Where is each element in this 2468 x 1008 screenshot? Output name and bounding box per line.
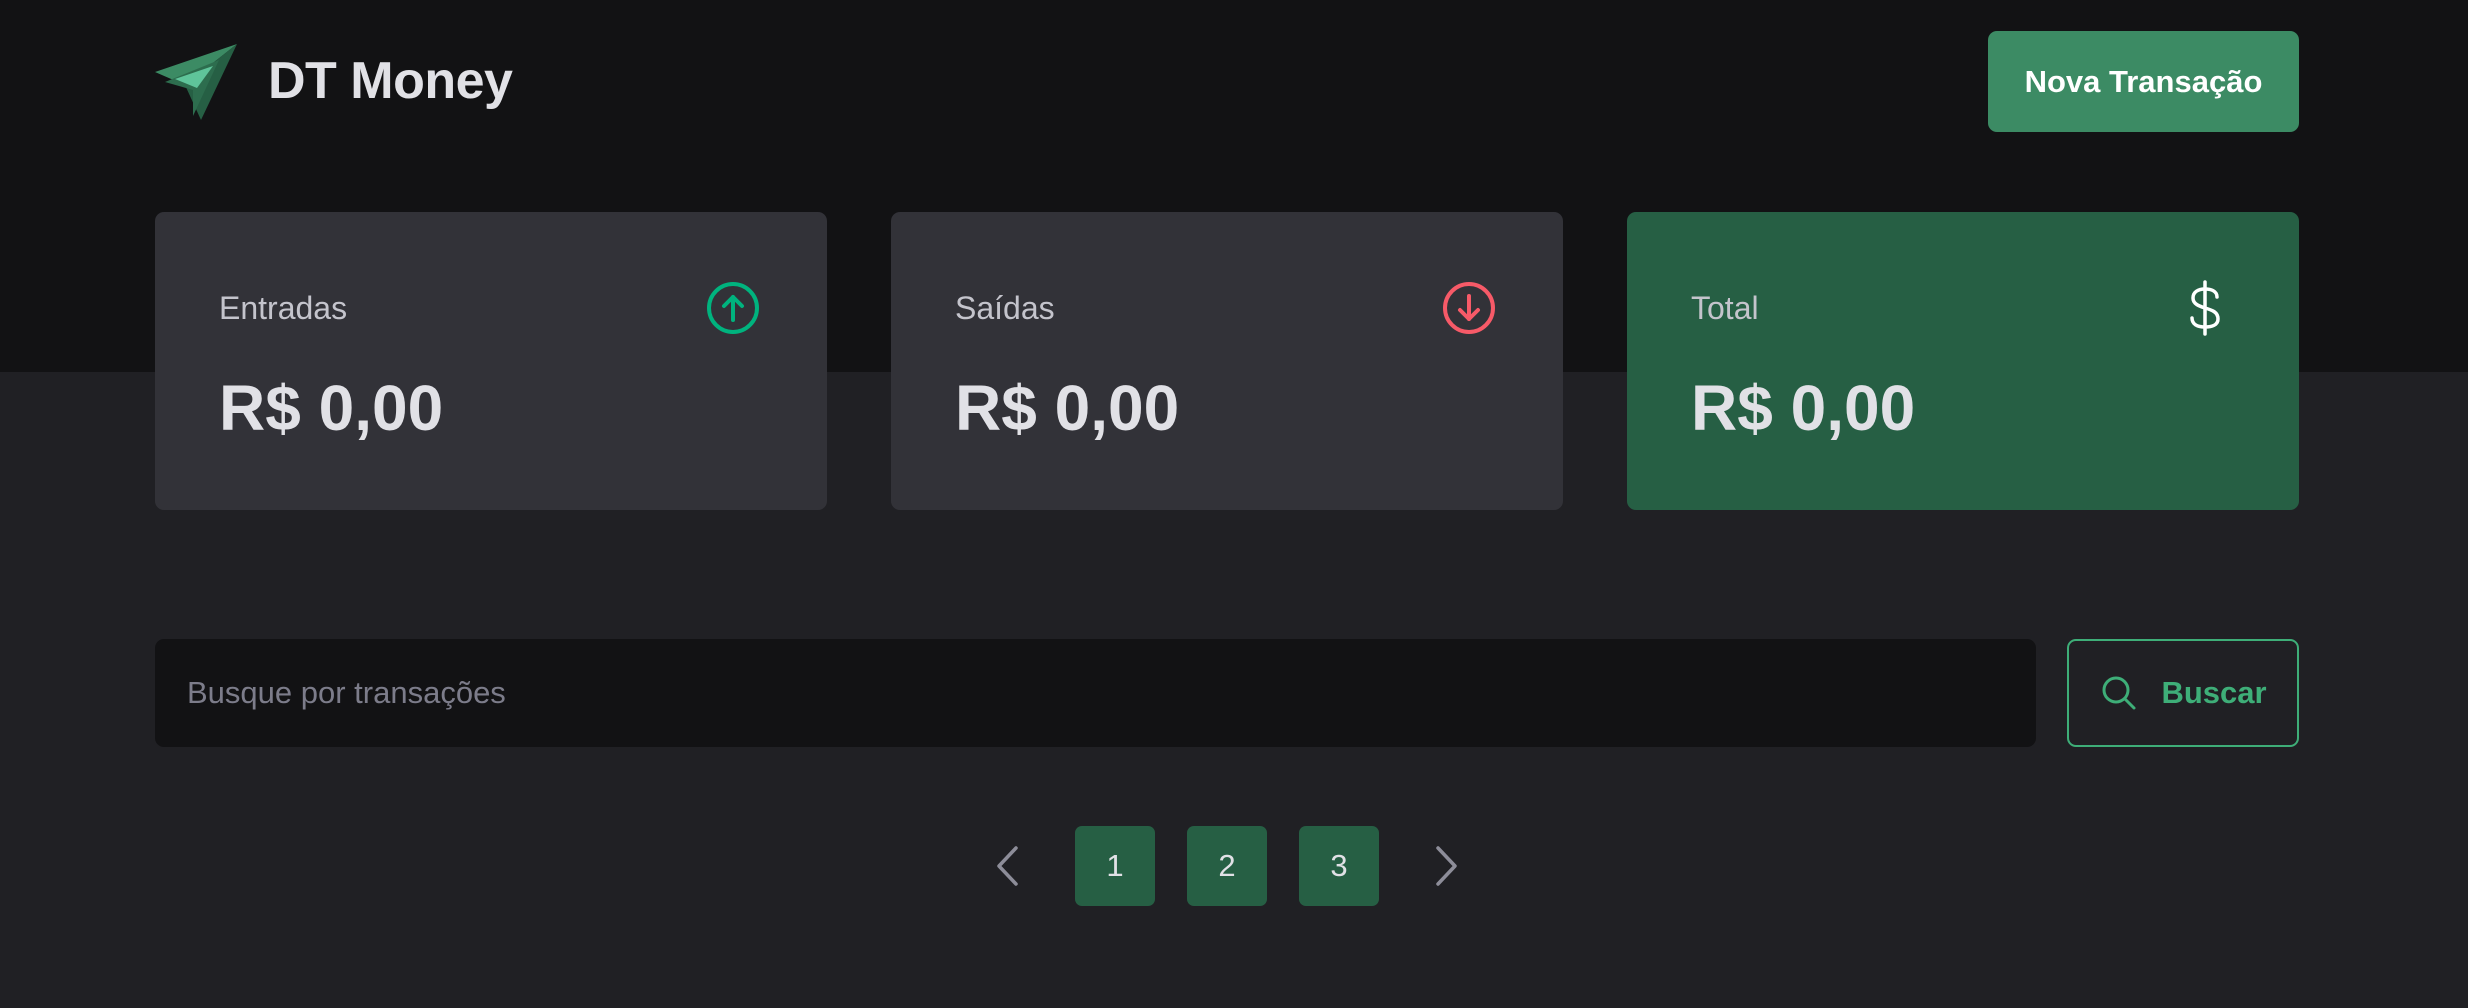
search-input[interactable] xyxy=(155,639,2036,747)
header: DT Money Nova Transação xyxy=(155,31,2299,132)
app-container: DT Money Nova Transação Entradas R$ 0,00… xyxy=(155,0,2299,1008)
chevron-right-icon[interactable] xyxy=(1421,842,1469,890)
search-button-label: Buscar xyxy=(2161,675,2267,710)
logo-icon xyxy=(155,44,237,120)
new-transaction-button[interactable]: Nova Transação xyxy=(1988,31,2299,132)
search-button[interactable]: Buscar xyxy=(2067,639,2299,747)
outcome-value: R$ 0,00 xyxy=(955,372,1180,444)
brand-name: DT Money xyxy=(268,52,513,110)
chevron-left-icon[interactable] xyxy=(985,842,1033,890)
outcome-label: Saídas xyxy=(955,290,1055,326)
page-button-3[interactable]: 3 xyxy=(1299,826,1379,906)
page-button-1[interactable]: 1 xyxy=(1075,826,1155,906)
total-value: R$ 0,00 xyxy=(1691,372,1916,444)
income-value: R$ 0,00 xyxy=(219,372,444,444)
pagination: 1 2 3 xyxy=(155,826,2299,906)
summary-cards: Entradas R$ 0,00 Saídas R$ 0,00 Total R$… xyxy=(155,212,2299,510)
total-label: Total xyxy=(1691,290,1759,326)
page-button-2[interactable]: 2 xyxy=(1187,826,1267,906)
total-card: Total R$ 0,00 xyxy=(1627,212,2299,510)
outcome-card: Saídas R$ 0,00 xyxy=(891,212,1563,510)
search-form: Buscar xyxy=(155,639,2299,747)
arrow-circle-down-icon xyxy=(1443,282,1495,334)
income-card: Entradas R$ 0,00 xyxy=(155,212,827,510)
income-label: Entradas xyxy=(219,290,348,326)
currency-dollar-icon xyxy=(2190,280,2220,336)
arrow-circle-up-icon xyxy=(707,282,759,334)
search-icon xyxy=(2102,676,2136,710)
